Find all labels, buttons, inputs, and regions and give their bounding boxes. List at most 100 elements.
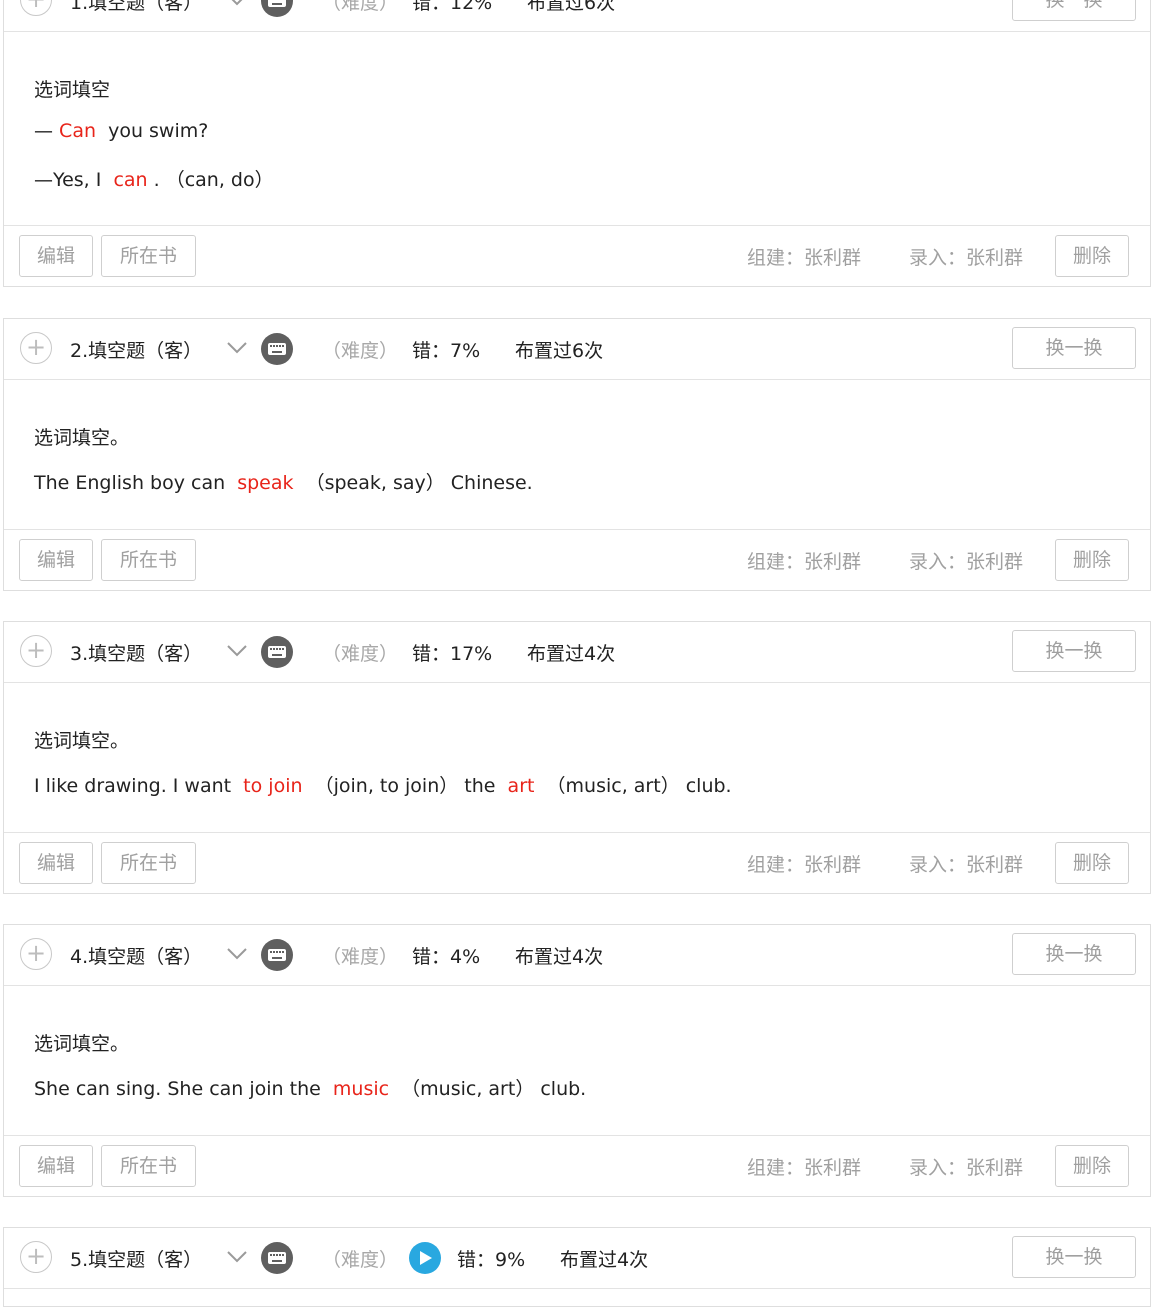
error-rate: 错：7% [412, 340, 481, 362]
keyboard-icon [261, 939, 293, 971]
entry-label: 录入：张利群 [909, 1157, 1024, 1179]
question-line: —Yes, I can . （can, do） [34, 165, 274, 192]
chevron-down-icon[interactable] [226, 947, 248, 961]
question-text: —Yes, I [34, 169, 114, 191]
question-header: + 1.填空题（客） （难度） 错：12% 布置过6次 换一换 [4, 0, 1150, 32]
swap-button[interactable]: 换一换 [1012, 1236, 1136, 1278]
question-header: + 4.填空题（客） （难度） 错：4% 布置过4次 换一换 [4, 925, 1150, 986]
chevron-down-icon[interactable] [226, 0, 248, 7]
question-line: 选词填空 [34, 75, 110, 102]
keyboard-icon [261, 0, 293, 17]
question-text: （speak, say） Chinese. [293, 472, 533, 494]
swap-button[interactable]: 换一换 [1012, 327, 1136, 369]
keyboard-icon [261, 1242, 293, 1274]
answer-text: to join [243, 775, 303, 797]
placed-count: 布置过4次 [527, 643, 616, 665]
question-card-3: + 3.填空题（客） （难度） 错：17% 布置过4次 换一换 选词填空。 I … [3, 621, 1151, 894]
error-rate: 错：4% [412, 946, 481, 968]
difficulty-label: （难度） [322, 946, 399, 968]
builder-label: 组建：张利群 [747, 247, 862, 269]
answer-text: can [113, 169, 148, 191]
chevron-down-icon[interactable] [226, 341, 248, 355]
question-text: （join, to join） the [302, 775, 508, 797]
difficulty-label: （难度） [322, 0, 399, 14]
question-title: 3.填空题（客） [70, 643, 203, 665]
book-button[interactable]: 所在书 [101, 842, 196, 884]
answer-text: art [507, 775, 535, 797]
delete-button[interactable]: 删除 [1055, 235, 1129, 277]
difficulty-label: （难度） [322, 643, 399, 665]
edit-button[interactable]: 编辑 [19, 842, 93, 884]
question-card-4: + 4.填空题（客） （难度） 错：4% 布置过4次 换一换 选词填空。 She… [3, 924, 1151, 1197]
question-line: 选词填空。 [34, 1029, 129, 1056]
question-line: The English boy can speak （speak, say） C… [34, 468, 533, 495]
add-plus-icon[interactable]: + [20, 332, 52, 364]
question-header: + 5.填空题（客） （难度） 错：9% 布置过4次 换一换 [4, 1228, 1150, 1289]
placed-count: 布置过6次 [515, 340, 604, 362]
error-rate: 错：17% [412, 643, 493, 665]
question-text: . （can, do） [147, 169, 274, 191]
delete-button[interactable]: 删除 [1055, 539, 1129, 581]
play-audio-icon[interactable] [409, 1242, 441, 1274]
difficulty-label: （难度） [322, 1249, 399, 1271]
placed-count: 布置过6次 [527, 0, 616, 14]
book-button[interactable]: 所在书 [101, 235, 196, 277]
add-plus-icon[interactable]: + [20, 635, 52, 667]
question-text: The English boy can [34, 472, 238, 494]
question-text: 选词填空 [34, 79, 111, 101]
chevron-down-icon[interactable] [226, 644, 248, 658]
question-text: 选词填空。 [34, 730, 130, 752]
question-card-2: + 2.填空题（客） （难度） 错：7% 布置过6次 换一换 选词填空。 The… [3, 318, 1151, 591]
add-plus-icon[interactable]: + [20, 0, 52, 16]
error-rate: 错：12% [412, 0, 493, 14]
question-title: 2.填空题（客） [70, 340, 203, 362]
question-card-5: + 5.填空题（客） （难度） 错：9% 布置过4次 换一换 [3, 1227, 1151, 1307]
edit-button[interactable]: 编辑 [19, 235, 93, 277]
chevron-down-icon[interactable] [226, 1250, 248, 1264]
question-line: 选词填空。 [34, 726, 129, 753]
question-title: 4.填空题（客） [70, 946, 203, 968]
question-text: 选词填空。 [34, 427, 130, 449]
answer-text: speak [237, 472, 294, 494]
question-footer: 编辑 所在书 组建：张利群 录入：张利群 删除 [4, 832, 1150, 893]
question-text: — [34, 120, 60, 142]
question-title: 1.填空题（客） [70, 0, 203, 14]
edit-button[interactable]: 编辑 [19, 1145, 93, 1187]
placed-count: 布置过4次 [560, 1249, 649, 1271]
add-plus-icon[interactable]: + [20, 938, 52, 970]
question-line: 选词填空。 [34, 423, 129, 450]
builder-label: 组建：张利群 [747, 551, 862, 573]
keyboard-icon [261, 636, 293, 668]
delete-button[interactable]: 删除 [1055, 842, 1129, 884]
error-rate: 错：9% [457, 1249, 526, 1271]
question-header: + 2.填空题（客） （难度） 错：7% 布置过6次 换一换 [4, 319, 1150, 380]
question-line: I like drawing. I want to join （join, to… [34, 771, 732, 798]
swap-button[interactable]: 换一换 [1012, 0, 1136, 21]
question-footer: 编辑 所在书 组建：张利群 录入：张利群 删除 [4, 225, 1150, 286]
entry-label: 录入：张利群 [909, 247, 1024, 269]
difficulty-label: （难度） [322, 340, 399, 362]
book-button[interactable]: 所在书 [101, 539, 196, 581]
question-text: I like drawing. I want [34, 775, 244, 797]
delete-button[interactable]: 删除 [1055, 1145, 1129, 1187]
book-button[interactable]: 所在书 [101, 1145, 196, 1187]
question-text: （music, art） club. [534, 775, 732, 797]
keyboard-icon [261, 333, 293, 365]
question-footer: 编辑 所在书 组建：张利群 录入：张利群 删除 [4, 1135, 1150, 1196]
answer-text: music [332, 1078, 390, 1100]
add-plus-icon[interactable]: + [20, 1241, 52, 1273]
question-line: She can sing. She can join the music （mu… [34, 1074, 586, 1101]
question-card-1: + 1.填空题（客） （难度） 错：12% 布置过6次 换一换 选词填空 — C… [3, 0, 1151, 287]
placed-count: 布置过4次 [515, 946, 604, 968]
question-line: — Can you swim? [34, 120, 208, 142]
question-text: （music, art） club. [389, 1078, 587, 1100]
question-text: She can sing. She can join the [34, 1078, 333, 1100]
builder-label: 组建：张利群 [747, 854, 862, 876]
question-title: 5.填空题（客） [70, 1249, 203, 1271]
builder-label: 组建：张利群 [747, 1157, 862, 1179]
swap-button[interactable]: 换一换 [1012, 630, 1136, 672]
question-text: you swim? [96, 120, 209, 142]
answer-text: Can [59, 120, 96, 142]
swap-button[interactable]: 换一换 [1012, 933, 1136, 975]
edit-button[interactable]: 编辑 [19, 539, 93, 581]
